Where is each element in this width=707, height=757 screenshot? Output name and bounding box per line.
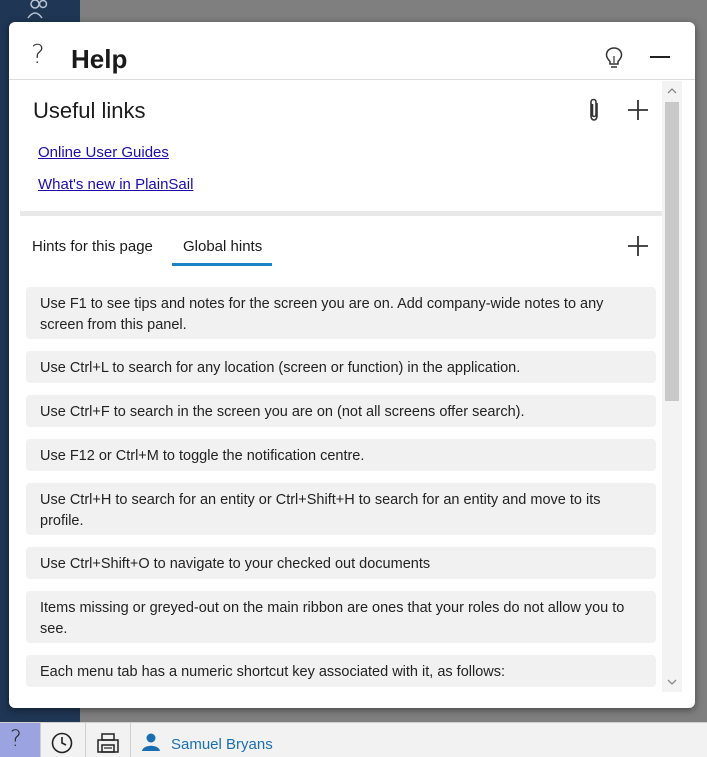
current-user-name[interactable]: Samuel Bryans <box>171 736 273 753</box>
vertical-scrollbar[interactable] <box>662 81 682 692</box>
hint-item: Use F12 or Ctrl+M to toggle the notifica… <box>26 439 656 471</box>
taskbar-separator <box>85 723 86 757</box>
hint-item: Use Ctrl+L to search for any location (s… <box>26 351 656 383</box>
scroll-down-arrow-icon[interactable] <box>666 676 678 688</box>
panel-header: ? Help <box>9 22 695 80</box>
hint-item: Items missing or greyed-out on the main … <box>26 591 656 643</box>
user-icon <box>142 733 160 751</box>
help-panel: ? Help Useful links Online User Guides W… <box>9 22 695 708</box>
tab-global-hints[interactable]: Global hints <box>183 238 262 255</box>
taskbar-separator <box>40 723 41 757</box>
hint-item: Use Ctrl+Shift+O to navigate to your che… <box>26 547 656 579</box>
scroll-up-arrow-icon[interactable] <box>666 85 678 97</box>
add-link-plus-icon[interactable] <box>627 99 649 121</box>
link-online-user-guides[interactable]: Online User Guides <box>38 144 169 161</box>
link-whats-new[interactable]: What's new in PlainSail <box>38 176 193 193</box>
hint-item: Use Ctrl+H to search for an entity or Ct… <box>26 483 656 535</box>
active-tab-indicator <box>172 263 272 266</box>
bottom-taskbar: ? Samuel Bryans <box>0 722 707 757</box>
taskbar-separator <box>130 723 131 757</box>
question-icon: ? <box>31 40 45 70</box>
hint-item: Use Ctrl+F to search in the screen you a… <box>26 395 656 427</box>
tab-hints-for-this-page[interactable]: Hints for this page <box>32 238 153 255</box>
panel-content[interactable]: Useful links Online User Guides What's n… <box>9 81 695 708</box>
section-divider <box>20 211 662 216</box>
minimize-icon[interactable] <box>649 45 671 69</box>
question-icon: ? <box>10 727 22 752</box>
lightbulb-icon[interactable] <box>604 46 624 70</box>
hint-item: Use F1 to see tips and notes for the scr… <box>26 287 656 339</box>
help-button[interactable]: ? <box>0 723 40 757</box>
scrollbar-thumb[interactable] <box>665 102 679 401</box>
add-hint-plus-icon[interactable] <box>627 235 649 257</box>
panel-title: Help <box>71 44 128 74</box>
users-icon[interactable] <box>26 0 52 20</box>
clock-icon[interactable] <box>51 732 73 754</box>
useful-links-title: Useful links <box>33 98 146 123</box>
hint-item: Each menu tab has a numeric shortcut key… <box>26 655 656 687</box>
printer-icon[interactable] <box>96 732 120 754</box>
paperclip-icon[interactable] <box>584 97 604 123</box>
